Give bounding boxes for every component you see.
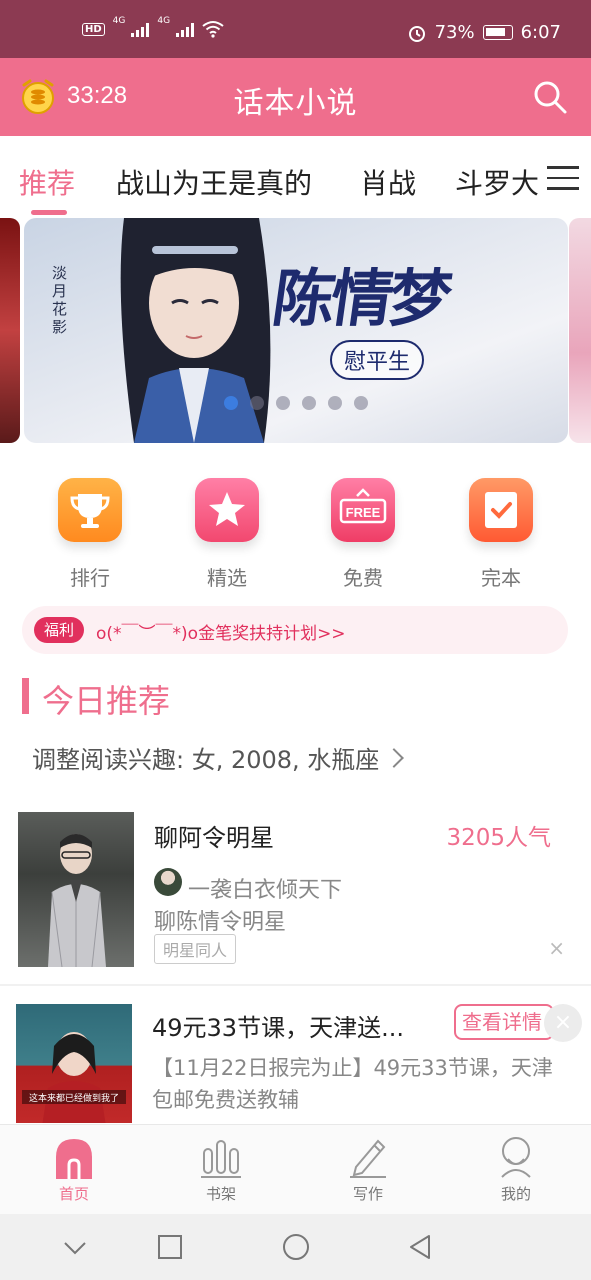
divider — [0, 984, 591, 986]
ad-thumb-caption: 这本来都已经做到我了 — [29, 1092, 119, 1104]
banner-dot[interactable] — [250, 396, 264, 410]
banner-carousel[interactable]: 淡月花影 陈情梦 慰平生 — [0, 218, 591, 443]
bottom-nav: 首页 书架 写作 我的 — [0, 1124, 591, 1214]
quick-nav-completed[interactable]: 完本 — [451, 478, 551, 591]
reading-interest-link[interactable]: 调整阅读兴趣: 女, 2008, 水瓶座 — [32, 740, 405, 775]
banner-prev-slide[interactable] — [0, 218, 20, 443]
tab-menu-icon[interactable] — [547, 166, 579, 192]
quick-nav-ranking-label: 排行 — [70, 566, 110, 590]
quick-nav-free-label: 免费 — [343, 566, 383, 590]
category-tabs: 推荐 战山为王是真的 肖战 斗罗大 — [0, 136, 591, 218]
banner-dot[interactable] — [354, 396, 368, 410]
clock: 6:07 — [520, 22, 561, 43]
recents-icon[interactable] — [155, 1232, 185, 1262]
book-card[interactable]: 聊阿令明星 3205人气 一袭白衣倾天下 聊陈情令明星 明星同人 × — [0, 808, 591, 973]
bookshelf-icon — [199, 1135, 243, 1179]
profile-icon — [494, 1135, 538, 1179]
section-accent-bar — [22, 678, 29, 714]
star-icon — [195, 478, 259, 542]
promo-text[interactable]: o(*￣︶￣*)o金笔奖扶持计划>> — [96, 619, 346, 644]
chevron-down-icon[interactable] — [60, 1232, 90, 1262]
banner-title: 陈情梦 — [268, 262, 453, 335]
tab-recommend[interactable]: 推荐 — [19, 162, 75, 202]
quick-nav-ranking[interactable]: 排行 — [40, 478, 140, 591]
alarm-icon — [408, 25, 425, 42]
banner-next-slide[interactable] — [569, 218, 591, 443]
nav-profile[interactable]: 我的 — [466, 1135, 566, 1204]
book-tag[interactable]: 明星同人 — [154, 934, 237, 964]
ad-thumbnail[interactable]: 这本来都已经做到我了 — [16, 1004, 132, 1123]
status-bar: HD 4G 4G 73% 6:07 — [0, 0, 591, 58]
tab-zhanshan[interactable]: 战山为王是真的 — [116, 162, 312, 202]
app-header: 33:28 话本小说 — [0, 58, 591, 136]
app-title: 话本小说 — [233, 86, 358, 121]
signal-icon-2 — [176, 21, 195, 37]
quick-nav-selected[interactable]: 精选 — [177, 478, 277, 591]
quick-nav: 排行 精选 FREE 免费 完本 — [0, 478, 591, 591]
promo-banner[interactable]: 福利 o(*￣︶￣*)o金笔奖扶持计划>> — [22, 606, 568, 654]
svg-text:FREE: FREE — [346, 505, 381, 520]
banner-dot[interactable] — [328, 396, 342, 410]
battery-percent: 73% — [434, 22, 475, 43]
status-left: HD 4G 4G — [82, 16, 224, 38]
chevron-right-icon — [384, 748, 405, 768]
reading-interest-text: 调整阅读兴趣: 女, 2008, 水瓶座 — [32, 746, 380, 774]
dismiss-icon[interactable]: × — [548, 936, 565, 960]
network-label-2: 4G — [157, 16, 171, 26]
check-book-icon — [469, 478, 533, 542]
wifi-icon — [202, 21, 224, 38]
nav-bookshelf-label: 书架 — [205, 1185, 236, 1203]
author-name[interactable]: 一袭白衣倾天下 — [188, 872, 342, 904]
book-cover[interactable] — [18, 812, 134, 967]
back-icon[interactable] — [405, 1232, 435, 1262]
quick-nav-completed-label: 完本 — [481, 566, 521, 590]
home-icon — [52, 1135, 96, 1179]
ad-thumbnail-illustration: 这本来都已经做到我了 — [22, 1032, 126, 1123]
free-sign-icon: FREE — [331, 478, 395, 542]
section-title: 今日推荐 — [42, 682, 171, 720]
tab-douluo[interactable]: 斗罗大 — [455, 162, 539, 202]
hd-badge: HD — [82, 22, 105, 36]
book-description: 聊陈情令明星 — [154, 910, 287, 935]
trophy-icon — [58, 478, 122, 542]
nav-write-label: 写作 — [352, 1185, 383, 1203]
ad-title[interactable]: 49元33节课，天津送... — [152, 1008, 404, 1043]
home-button-icon[interactable] — [281, 1232, 311, 1262]
status-right: 73% 6:07 — [407, 22, 561, 43]
battery-icon — [482, 25, 513, 40]
banner-slide[interactable]: 淡月花影 陈情梦 慰平生 — [24, 218, 568, 443]
nav-write[interactable]: 写作 — [318, 1135, 418, 1204]
banner-dot[interactable] — [224, 396, 238, 410]
banner-dot[interactable] — [276, 396, 290, 410]
banner-dot[interactable] — [302, 396, 316, 410]
nav-profile-label: 我的 — [500, 1185, 531, 1203]
close-ad-icon[interactable]: × — [544, 1004, 582, 1042]
promo-badge: 福利 — [34, 617, 85, 643]
search-icon[interactable] — [531, 78, 569, 116]
tab-xiaozhan[interactable]: 肖战 — [360, 162, 416, 202]
author-avatar[interactable] — [154, 868, 182, 896]
signal-icon — [131, 21, 150, 37]
nav-home-label: 首页 — [58, 1185, 89, 1203]
system-nav-bar — [0, 1214, 591, 1280]
active-tab-indicator — [31, 210, 67, 215]
ad-card[interactable]: 这本来都已经做到我了 49元33节课，天津送... 查看详情 × 【11月22日… — [0, 988, 591, 1123]
pen-icon — [346, 1135, 390, 1179]
nav-bookshelf[interactable]: 书架 — [171, 1135, 271, 1204]
view-details-button[interactable]: 查看详情 — [454, 1004, 554, 1040]
quick-nav-free[interactable]: FREE 免费 — [313, 478, 413, 591]
book-title[interactable]: 聊阿令明星 — [154, 818, 274, 853]
banner-subtitle: 慰平生 — [330, 340, 425, 380]
banner-pagination — [224, 396, 368, 410]
ad-description: 【11月22日报完为止】49元33节课，天津包邮免费送教辅 — [152, 1056, 553, 1112]
banner-author: 淡月花影 — [52, 264, 68, 336]
book-popularity: 3205人气 — [446, 825, 551, 851]
nav-home[interactable]: 首页 — [24, 1135, 124, 1204]
book-cover-illustration — [48, 834, 106, 967]
network-label-1: 4G — [112, 16, 126, 26]
quick-nav-selected-label: 精选 — [207, 566, 247, 590]
